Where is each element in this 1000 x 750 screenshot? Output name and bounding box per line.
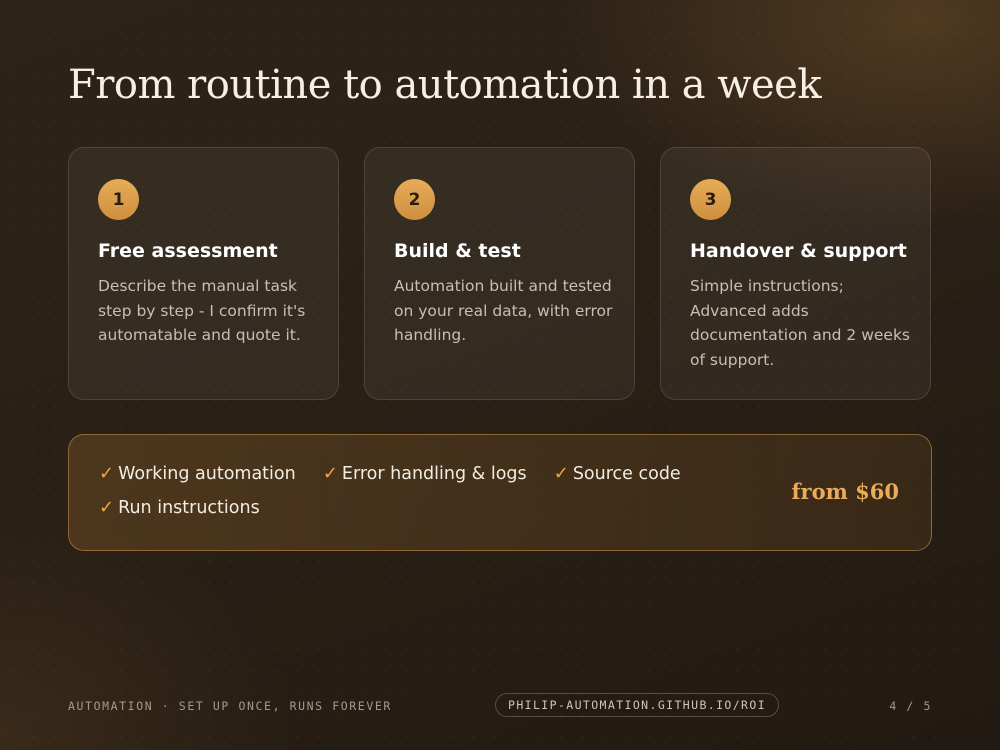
check-icon: ✓ <box>99 463 115 484</box>
step-description: Automation built and tested on your real… <box>394 277 613 344</box>
page-indicator: 4 / 5 <box>889 699 932 713</box>
check-icon: ✓ <box>99 497 115 518</box>
step-number-badge: 2 <box>394 179 435 220</box>
step-heading: Handover & support <box>690 240 907 262</box>
footer-url-link[interactable]: PHILIP-AUTOMATION.GITHUB.IO/ROI <box>495 693 780 717</box>
check-icon: ✓ <box>322 463 338 484</box>
slide-title: From routine to automation in a week <box>68 62 822 108</box>
step-card-2: 2 Build & test Automation built and test… <box>364 147 635 400</box>
step-number-badge: 3 <box>690 179 731 220</box>
deliverable-item: ✓ Source code <box>554 463 681 484</box>
deliverable-item: ✓ Working automation <box>99 463 296 484</box>
step-number-badge: 1 <box>98 179 139 220</box>
step-card-3: 3 Handover & support Simple instructions… <box>660 147 931 400</box>
step-heading: Build & test <box>394 240 521 262</box>
step-heading: Free assessment <box>98 240 278 262</box>
step-description: Describe the manual task step by step - … <box>98 277 306 344</box>
steps-row: 1 Free assessment Describe the manual ta… <box>68 147 932 400</box>
price-label: from $60 <box>791 479 899 504</box>
deliverable-item: ✓ Run instructions <box>99 497 260 518</box>
deliverables-list: ✓ Working automation ✓ Error handling & lo… <box>99 463 719 531</box>
deliverables-box: ✓ Working automation ✓ Error handling & lo… <box>68 434 932 551</box>
deliverable-item: ✓ Error handling & logs <box>323 463 527 484</box>
step-card-1: 1 Free assessment Describe the manual ta… <box>68 147 339 400</box>
step-description: Simple instructions; Advanced adds docum… <box>690 277 910 369</box>
deliverable-label: Source code <box>572 464 681 484</box>
deliverable-label: Working automation <box>118 464 296 484</box>
check-icon: ✓ <box>553 463 569 484</box>
deliverable-label: Error handling & logs <box>341 464 527 484</box>
footer-tagline: AUTOMATION · SET UP ONCE, RUNS FOREVER <box>68 699 392 713</box>
deliverable-label: Run instructions <box>118 498 260 518</box>
